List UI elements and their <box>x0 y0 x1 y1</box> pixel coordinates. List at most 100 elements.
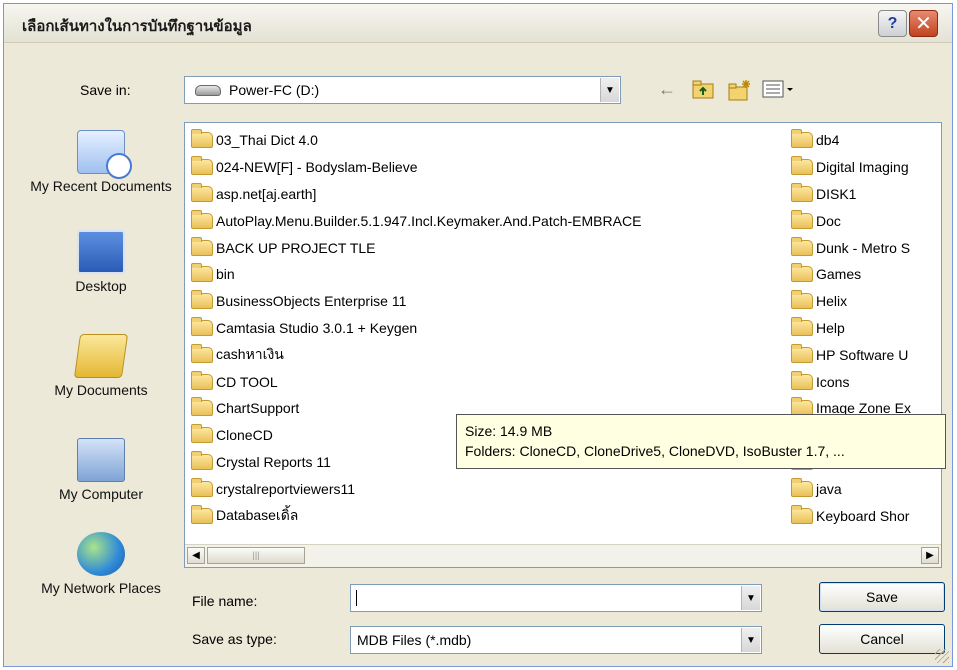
folder-icon <box>791 156 813 176</box>
place-my-computer[interactable]: My Computer <box>26 438 176 503</box>
list-item[interactable]: Dunk - Metro S <box>791 234 941 261</box>
folder-icon <box>191 156 213 176</box>
folder-icon <box>191 504 213 524</box>
file-name-label: File name: <box>192 593 258 609</box>
place-label: My Documents <box>54 382 148 398</box>
folder-icon <box>791 370 813 390</box>
folder-icon <box>791 504 813 524</box>
list-item[interactable]: 03_Thai Dict 4.0 <box>191 127 791 154</box>
list-item[interactable]: BACK UP PROJECT TLE <box>191 234 791 261</box>
save-dialog: เลือกเส้นทางในการบันทึกฐานข้อมูล ? ✕ Sav… <box>3 3 953 667</box>
save-button[interactable]: Save <box>819 582 945 612</box>
folder-icon <box>191 263 213 283</box>
folder-icon <box>791 343 813 363</box>
list-item[interactable]: Doc <box>791 207 941 234</box>
up-folder-icon[interactable] <box>692 79 714 104</box>
folder-icon <box>191 450 213 470</box>
list-item[interactable]: HP Software U <box>791 341 941 368</box>
folder-icon <box>191 477 213 497</box>
dialog-title: เลือกเส้นทางในการบันทึกฐานข้อมูล <box>22 17 252 35</box>
place-label: My Computer <box>58 486 144 502</box>
save-in-dropdown[interactable]: Power-FC (D:) ▼ <box>184 76 621 104</box>
save-as-type-dropdown[interactable]: MDB Files (*.mdb) ▼ <box>350 626 762 654</box>
drive-icon <box>195 85 221 96</box>
list-item[interactable]: cashหาเงิน <box>191 341 791 368</box>
chevron-down-icon[interactable]: ▼ <box>741 628 760 652</box>
save-as-type-value: MDB Files (*.mdb) <box>357 632 472 648</box>
place-desktop[interactable]: Desktop <box>26 230 176 295</box>
list-item[interactable]: BusinessObjects Enterprise 11 <box>191 288 791 315</box>
folder-icon <box>191 343 213 363</box>
new-folder-icon[interactable] <box>728 79 752 106</box>
chevron-down-icon[interactable]: ▼ <box>600 78 619 102</box>
views-menu-icon[interactable] <box>762 79 796 104</box>
list-item[interactable]: 024-NEW[F] - Bodyslam-Believe <box>191 154 791 181</box>
close-icon: ✕ <box>915 13 932 35</box>
place-label: Desktop <box>75 278 127 294</box>
close-button[interactable]: ✕ <box>909 10 938 37</box>
list-item[interactable]: Keyboard Shor <box>791 502 941 529</box>
list-item[interactable]: Help <box>791 315 941 342</box>
list-item[interactable]: asp.net[aj.earth] <box>191 181 791 208</box>
horizontal-scrollbar[interactable]: ◀ ||| ▶ <box>185 544 941 567</box>
folder-icon <box>791 290 813 310</box>
folder-icon <box>191 209 213 229</box>
place-label: My Network Places <box>41 580 161 596</box>
place-my-documents[interactable]: My Documents <box>26 334 176 399</box>
list-item[interactable]: db4 <box>791 127 941 154</box>
network-places-icon <box>77 532 125 576</box>
place-my-recent-documents[interactable]: My Recent Documents <box>26 130 176 195</box>
help-button[interactable]: ? <box>878 10 907 37</box>
scroll-right-icon[interactable]: ▶ <box>921 547 939 564</box>
text-caret <box>356 590 357 606</box>
list-item[interactable]: bin <box>191 261 791 288</box>
title-bar: เลือกเส้นทางในการบันทึกฐานข้อมูล ? ✕ <box>4 4 952 43</box>
places-bar: My Recent Documents Desktop My Documents… <box>26 112 176 652</box>
folder-icon <box>791 236 813 256</box>
folder-icon <box>791 263 813 283</box>
save-in-label: Save in: <box>80 82 131 98</box>
scroll-left-icon[interactable]: ◀ <box>187 547 205 564</box>
list-item[interactable]: DISK1 <box>791 181 941 208</box>
list-item[interactable]: CD TOOL <box>191 368 791 395</box>
folder-icon <box>191 424 213 444</box>
list-item[interactable]: Digital Imaging <box>791 154 941 181</box>
folder-icon <box>191 236 213 256</box>
save-as-type-label: Save as type: <box>192 631 277 647</box>
list-item[interactable]: Camtasia Studio 3.0.1 + Keygen <box>191 315 791 342</box>
recent-documents-icon <box>77 130 132 179</box>
list-item[interactable]: java <box>791 475 941 502</box>
tooltip-folders: Folders: CloneCD, CloneDrive5, CloneDVD,… <box>465 443 845 459</box>
my-documents-icon <box>73 334 129 378</box>
folder-icon <box>791 316 813 336</box>
list-item[interactable]: Databaseเดิ้ล <box>191 502 791 529</box>
cancel-button[interactable]: Cancel <box>819 624 945 654</box>
list-item[interactable]: Helix <box>791 288 941 315</box>
file-name-field[interactable]: ▼ <box>350 584 762 612</box>
folder-icon <box>191 290 213 310</box>
list-item[interactable]: Icons <box>791 368 941 395</box>
place-label: My Recent Documents <box>30 178 172 194</box>
folder-icon <box>791 477 813 497</box>
back-arrow-icon[interactable]: ← <box>658 79 676 100</box>
resize-grip-icon[interactable] <box>935 649 949 663</box>
folder-icon <box>191 182 213 202</box>
chevron-down-icon[interactable]: ▼ <box>741 586 760 610</box>
folder-icon <box>191 129 213 149</box>
folder-icon <box>191 397 213 417</box>
save-in-value: Power-FC (D:) <box>229 82 320 98</box>
my-computer-icon <box>77 438 125 482</box>
list-item[interactable]: AutoPlay.Menu.Builder.5.1.947.Incl.Keyma… <box>191 207 791 234</box>
list-item[interactable]: Games <box>791 261 941 288</box>
folder-icon <box>791 209 813 229</box>
folder-icon <box>191 316 213 336</box>
folder-icon <box>791 129 813 149</box>
help-icon: ? <box>887 14 898 32</box>
folder-icon <box>791 182 813 202</box>
desktop-icon <box>77 230 125 274</box>
list-item[interactable]: crystalreportviewers11 <box>191 475 791 502</box>
file-list[interactable]: 03_Thai Dict 4.0 024-NEW[F] - Bodyslam-B… <box>184 122 942 568</box>
place-my-network-places[interactable]: My Network Places <box>26 532 176 597</box>
scroll-thumb[interactable]: ||| <box>207 547 305 564</box>
tooltip-size: Size: 14.9 MB <box>465 423 553 439</box>
